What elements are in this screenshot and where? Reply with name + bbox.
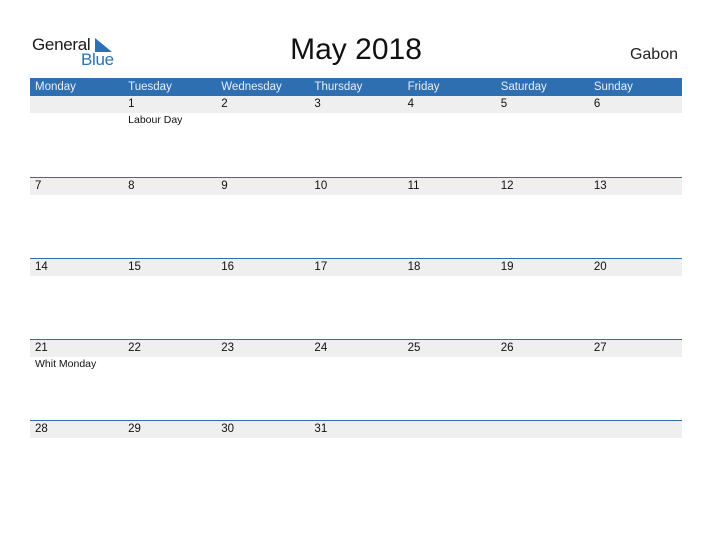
day-number <box>30 96 123 113</box>
day-number: 1 <box>128 98 135 110</box>
day-event <box>403 357 496 371</box>
day-number: 29 <box>128 423 141 435</box>
day-number: 31 <box>314 423 328 435</box>
day-event <box>123 357 216 371</box>
day-number: 4 <box>407 98 414 110</box>
day-number: 30 <box>221 423 235 435</box>
day-event: Whit Monday <box>35 358 97 370</box>
day-event <box>589 357 682 371</box>
calendar-grid: Monday Tuesday Wednesday Thursday Friday… <box>30 78 682 438</box>
day-number: 22 <box>128 342 141 354</box>
day-number: 11 <box>407 180 420 192</box>
country-label: Gabon <box>629 46 678 63</box>
weekday-friday: Friday <box>407 81 440 93</box>
day-number: 23 <box>221 342 235 354</box>
day-number: 5 <box>500 98 508 110</box>
weekday-thursday: Thursday <box>314 81 363 93</box>
weekday-sunday: Sunday <box>593 81 633 93</box>
day-number: 13 <box>593 180 607 192</box>
day-number <box>496 421 589 438</box>
day-number: 14 <box>35 261 48 273</box>
day-event <box>216 357 309 371</box>
day-number: 24 <box>314 342 328 354</box>
day-number: 20 <box>593 261 607 273</box>
day-number: 21 <box>35 342 48 354</box>
day-event <box>496 357 589 371</box>
day-event <box>589 113 682 127</box>
week-row: 7 8 9 10 11 12 13 <box>30 177 682 258</box>
day-event <box>496 113 589 127</box>
week-row: 1 2 3 4 5 6 Labour Day <box>30 96 682 177</box>
week-row: 28 29 30 31 <box>30 420 682 438</box>
day-number: 25 <box>407 342 421 354</box>
weekday-monday: Monday <box>35 81 76 93</box>
day-event <box>403 113 496 127</box>
day-event <box>309 357 402 371</box>
day-event <box>309 113 402 127</box>
weekday-tuesday: Tuesday <box>128 81 172 93</box>
day-event <box>30 113 123 127</box>
day-number: 19 <box>500 261 514 273</box>
week-row: 21 22 23 24 25 26 27 Whit Monday <box>30 339 682 420</box>
day-number: 17 <box>314 261 328 273</box>
day-number: 28 <box>35 423 48 435</box>
day-number: 7 <box>35 180 42 192</box>
day-number: 15 <box>128 261 141 273</box>
weekday-header: Monday Tuesday Wednesday Thursday Friday… <box>30 78 682 96</box>
calendar-title: May 2018 <box>290 33 422 66</box>
day-number: 6 <box>593 98 601 110</box>
day-number <box>589 421 682 438</box>
day-number: 2 <box>221 98 228 110</box>
week-row: 14 15 16 17 18 19 20 <box>30 258 682 339</box>
weekday-saturday: Saturday <box>500 81 547 93</box>
weekday-wednesday: Wednesday <box>221 81 282 93</box>
day-number: 16 <box>221 261 235 273</box>
day-event <box>216 113 309 127</box>
day-number: 12 <box>500 180 514 192</box>
day-event: Labour Day <box>128 114 183 126</box>
day-number: 9 <box>221 180 228 192</box>
day-number: 3 <box>314 98 321 110</box>
day-number: 26 <box>500 342 514 354</box>
day-number: 8 <box>128 180 135 192</box>
day-number: 18 <box>407 261 421 273</box>
day-number: 10 <box>314 180 328 192</box>
day-number <box>403 421 496 438</box>
day-number: 27 <box>593 342 607 354</box>
